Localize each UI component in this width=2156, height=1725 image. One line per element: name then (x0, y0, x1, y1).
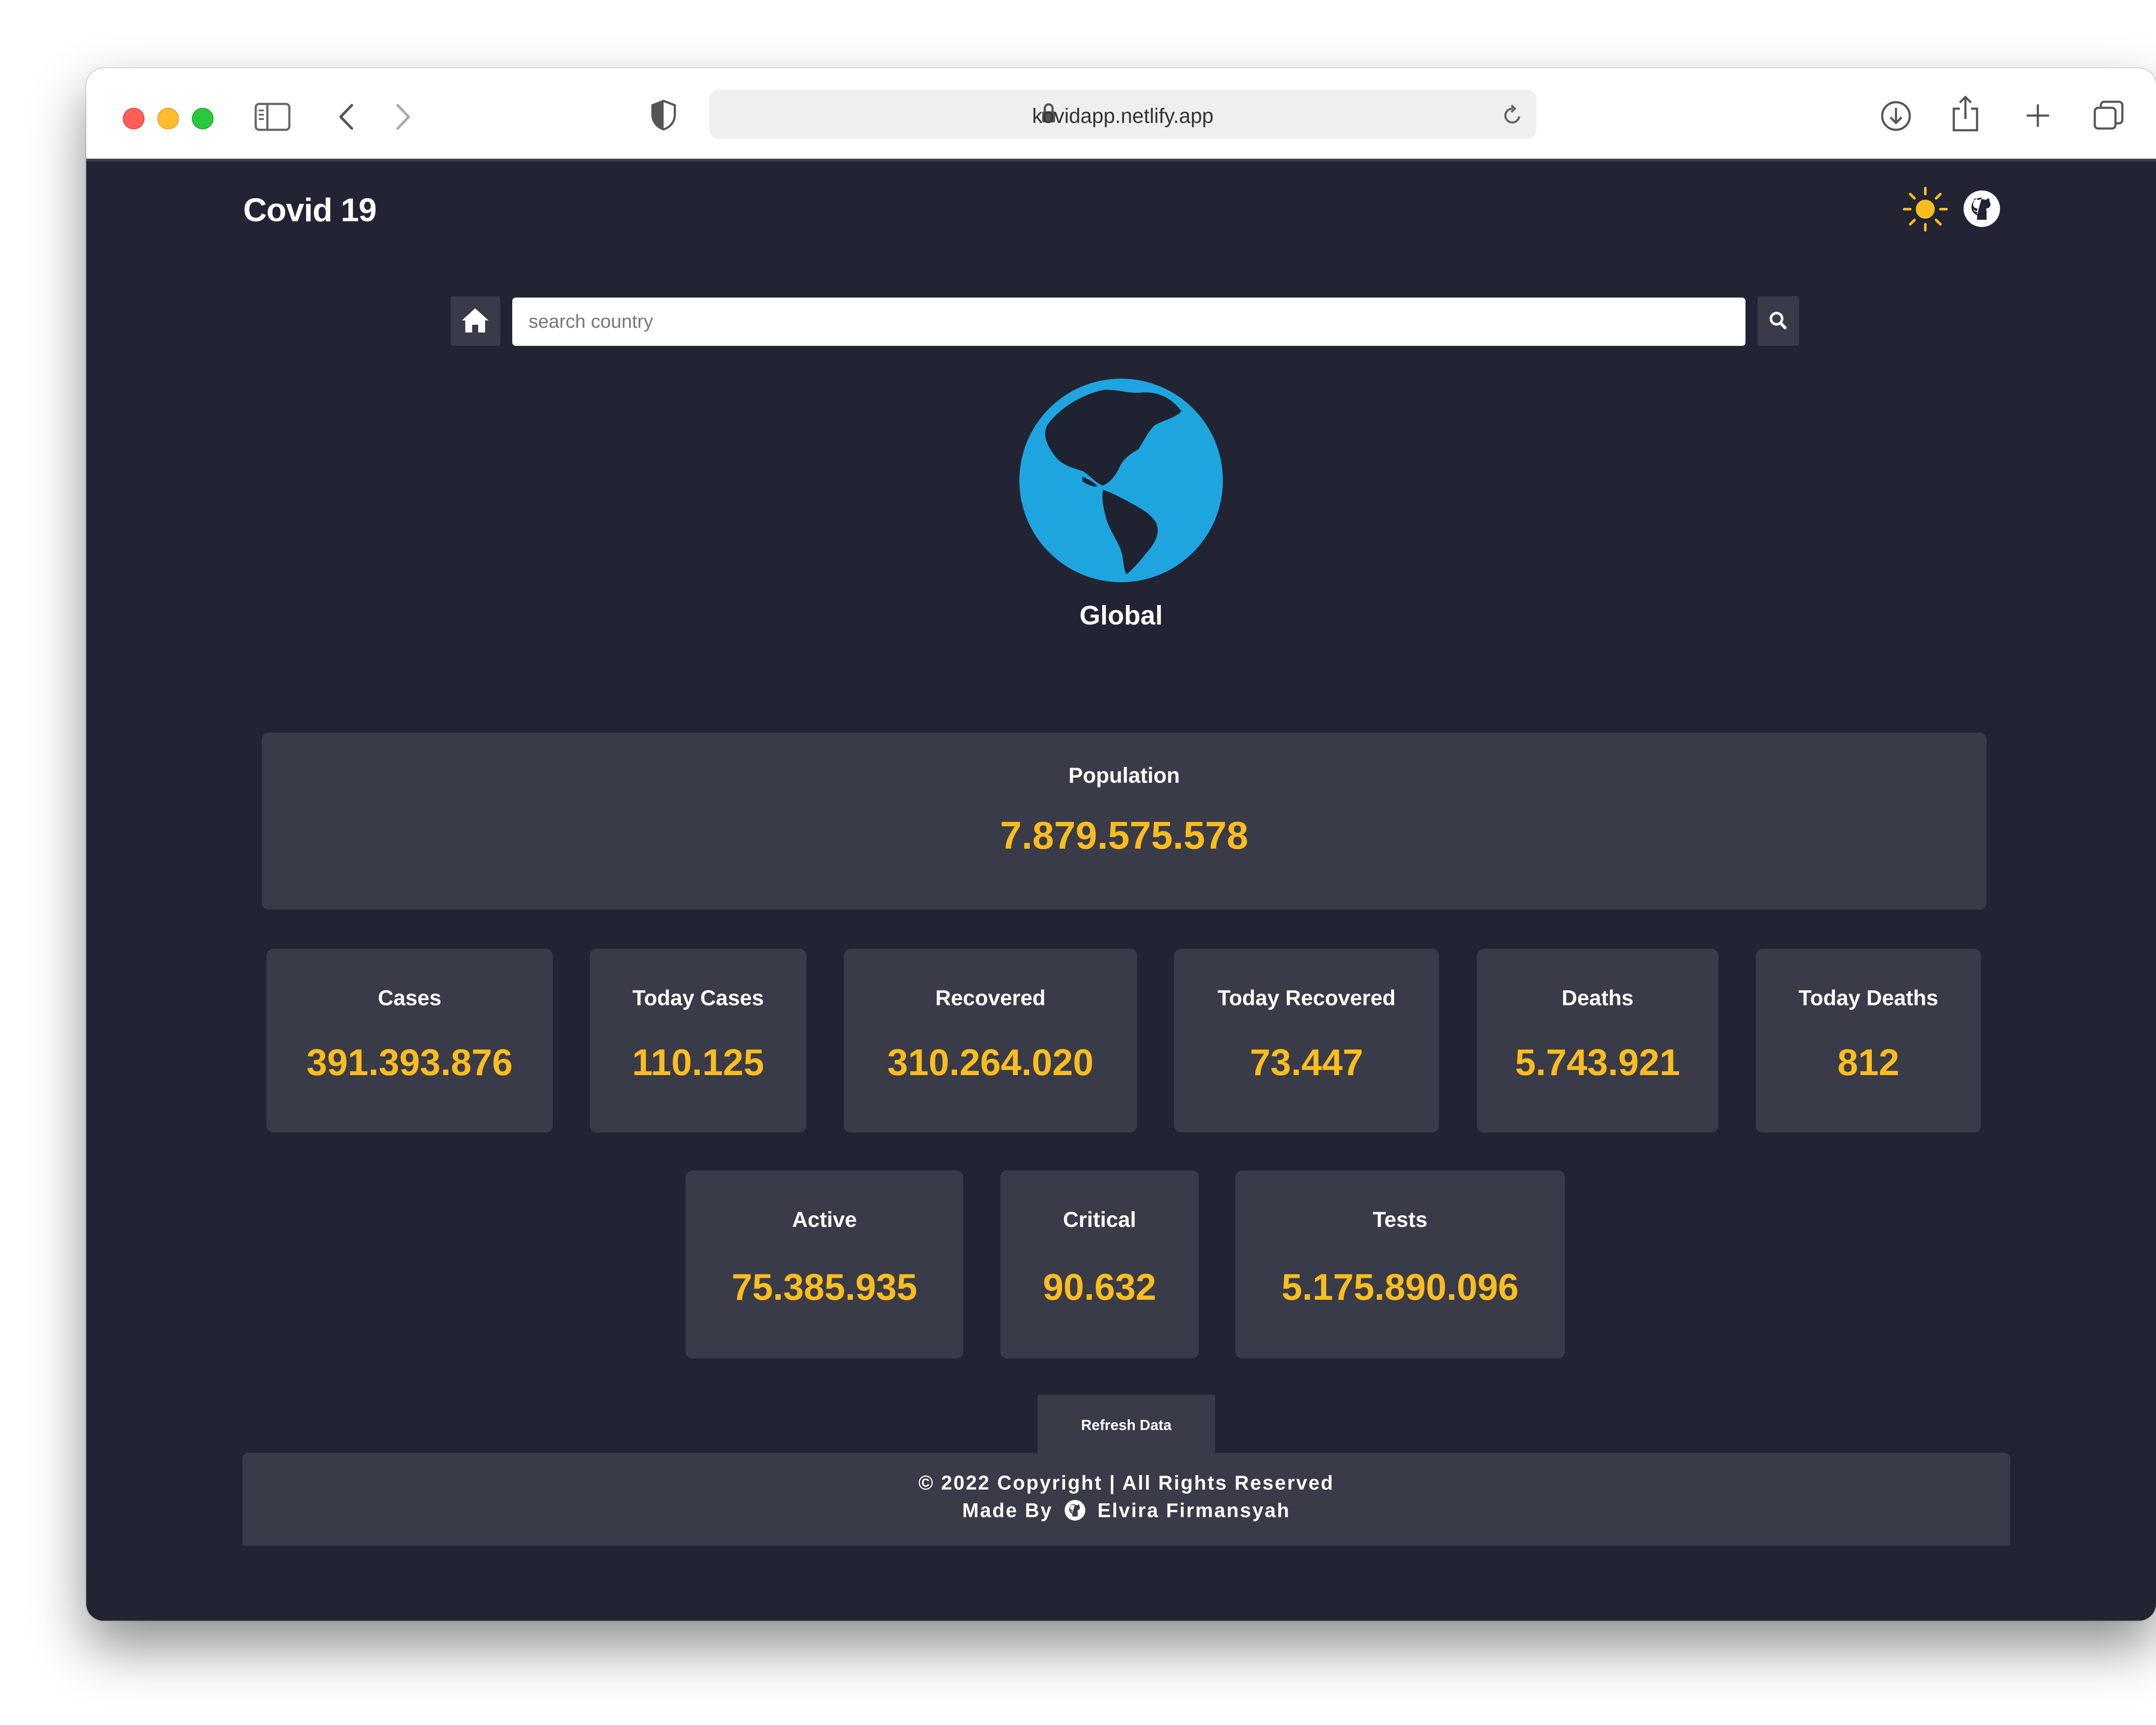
home-icon (462, 308, 489, 332)
forward-icon[interactable] (393, 103, 413, 131)
stat-card-cases: Cases 391.393.876 (266, 949, 553, 1132)
stat-label: Critical (1063, 1208, 1136, 1232)
search-input[interactable] (512, 298, 1745, 346)
browser-window: kovidapp.netlify.app Covid 19 search cou… (86, 68, 2156, 1621)
theme-toggle-sun-icon[interactable] (1902, 185, 1949, 233)
close-window-button[interactable] (123, 108, 144, 129)
copyright-text: © 2022 Copyright | All Rights Reserved (918, 1471, 1335, 1494)
download-icon[interactable] (1880, 100, 1912, 132)
stat-value: 5.743.921 (1515, 1042, 1680, 1083)
population-label: Population (1068, 763, 1180, 787)
share-icon[interactable] (1951, 95, 1980, 133)
stat-card-active: Active 75.385.935 (686, 1170, 963, 1358)
github-icon[interactable] (1962, 189, 2002, 229)
stat-card-today-cases: Today Cases 110.125 (590, 949, 806, 1132)
home-button[interactable] (451, 296, 500, 346)
tab-overview-icon[interactable] (2093, 100, 2124, 131)
stat-value: 75.385.935 (731, 1267, 918, 1308)
stat-card-tests: Tests 5.175.890.096 (1235, 1170, 1565, 1358)
search-button[interactable] (1758, 296, 1799, 346)
made-by-line: Made By Elvira Firmansyah (242, 1499, 2010, 1522)
stat-card-recovered: Recovered 310.264.020 (844, 949, 1137, 1132)
stat-value: 5.175.890.096 (1282, 1267, 1519, 1308)
back-icon[interactable] (336, 103, 356, 131)
globe-icon (1019, 379, 1223, 582)
address-bar[interactable]: kovidapp.netlify.app (709, 90, 1536, 139)
stat-value: 110.125 (632, 1042, 765, 1083)
refresh-data-button[interactable]: Refresh Data (1037, 1395, 1215, 1456)
population-value: 7.879.575.578 (1000, 814, 1248, 857)
stat-card-critical: Critical 90.632 (1000, 1170, 1199, 1358)
stat-label: Today Recovered (1217, 986, 1396, 1010)
sidebar-toggle-icon[interactable] (254, 103, 291, 131)
stat-value: 391.393.876 (306, 1042, 513, 1083)
new-tab-icon[interactable] (2025, 103, 2051, 129)
stat-label: Today Deaths (1798, 986, 1939, 1010)
minimize-window-button[interactable] (157, 108, 179, 129)
scope-title: Global (1079, 601, 1163, 630)
stat-value: 812 (1837, 1042, 1899, 1083)
footer: © 2022 Copyright | All Rights Reserved M… (242, 1453, 2010, 1546)
stat-value: 90.632 (1043, 1267, 1156, 1308)
stat-card-deaths: Deaths 5.743.921 (1477, 949, 1718, 1132)
stat-label: Cases (378, 986, 442, 1010)
stat-label: Deaths (1561, 986, 1634, 1010)
privacy-shield-icon[interactable] (650, 99, 677, 131)
browser-toolbar: kovidapp.netlify.app (86, 68, 2156, 161)
stat-value: 310.264.020 (887, 1042, 1094, 1083)
stat-label: Tests (1373, 1208, 1428, 1232)
stat-label: Active (792, 1208, 857, 1232)
stat-card-today-deaths: Today Deaths 812 (1756, 949, 1981, 1132)
stat-card-today-recovered: Today Recovered 73.447 (1174, 949, 1439, 1132)
site-brand[interactable]: Covid 19 (243, 191, 377, 229)
github-icon[interactable] (1064, 1499, 1086, 1521)
maximize-window-button[interactable] (192, 108, 213, 129)
made-by-label: Made By (962, 1499, 1053, 1521)
url-text: kovidapp.netlify.app (1032, 105, 1214, 128)
population-card: Population 7.879.575.578 (262, 733, 1987, 910)
search-icon (1770, 312, 1787, 329)
author-link[interactable]: Elvira Firmansyah (1097, 1499, 1290, 1521)
stat-label: Recovered (935, 986, 1046, 1010)
stat-label: Today Cases (632, 986, 764, 1010)
stat-value: 73.447 (1250, 1042, 1363, 1083)
page-content: Covid 19 search country Global Populatio… (86, 161, 2156, 1621)
reload-icon[interactable] (1502, 103, 1523, 127)
